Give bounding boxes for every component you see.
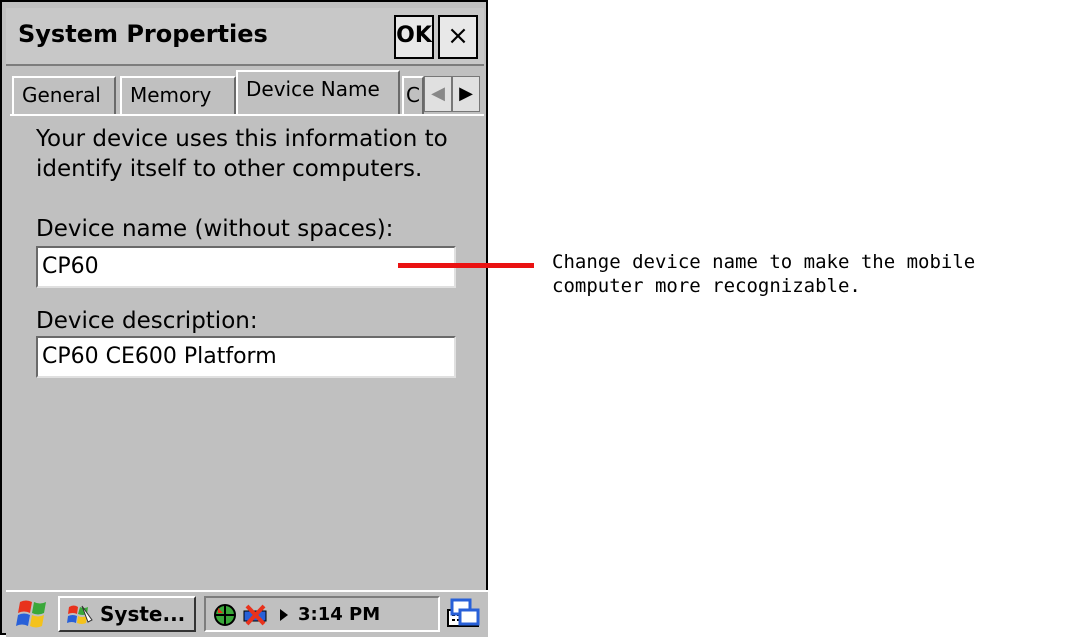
tab-divider xyxy=(10,114,484,116)
annotation-pointer xyxy=(398,263,534,268)
task-system-button[interactable]: Syste... xyxy=(58,596,196,632)
battery-icon[interactable] xyxy=(242,602,272,628)
device-screen: System Properties OK × General Memory De… xyxy=(0,0,488,637)
arrow-right-icon[interactable]: ▶ xyxy=(452,76,480,112)
system-icon xyxy=(67,605,93,624)
annotation-text: Change device name to make the mobile co… xyxy=(552,251,976,297)
window-switch-icon[interactable] xyxy=(448,596,484,630)
tab-strip: General Memory Device Name C ◀ ▶ xyxy=(10,70,484,116)
device-description-label: Device description: xyxy=(36,308,258,334)
ok-button[interactable]: OK xyxy=(394,15,434,59)
device-name-label: Device name (without spaces): xyxy=(36,216,394,242)
arrow-left-icon[interactable]: ◀ xyxy=(424,76,452,112)
network-icon[interactable] xyxy=(212,602,238,628)
taskbar: Syste... 3:14 PM xyxy=(6,590,488,637)
tab-device-name[interactable]: Device Name xyxy=(236,70,400,114)
window-title: System Properties xyxy=(18,20,268,48)
title-bar: System Properties OK × xyxy=(6,8,484,66)
tab-general[interactable]: General xyxy=(12,76,116,114)
system-tray: 3:14 PM xyxy=(204,596,440,632)
tab-scroll: ◀ ▶ xyxy=(424,76,480,112)
device-description-input[interactable]: CP60 CE600 Platform xyxy=(36,336,456,378)
device-name-input[interactable]: CP60 xyxy=(36,246,456,288)
tab-memory[interactable]: Memory xyxy=(120,76,236,114)
info-text: Your device uses this information to ide… xyxy=(36,126,448,182)
close-button[interactable]: × xyxy=(438,15,478,59)
clock[interactable]: 3:14 PM xyxy=(298,604,380,625)
tab-partial[interactable]: C xyxy=(402,76,424,114)
start-icon[interactable] xyxy=(12,596,54,632)
task-label: Syste... xyxy=(100,602,186,626)
expand-arrow-icon[interactable] xyxy=(278,608,290,622)
